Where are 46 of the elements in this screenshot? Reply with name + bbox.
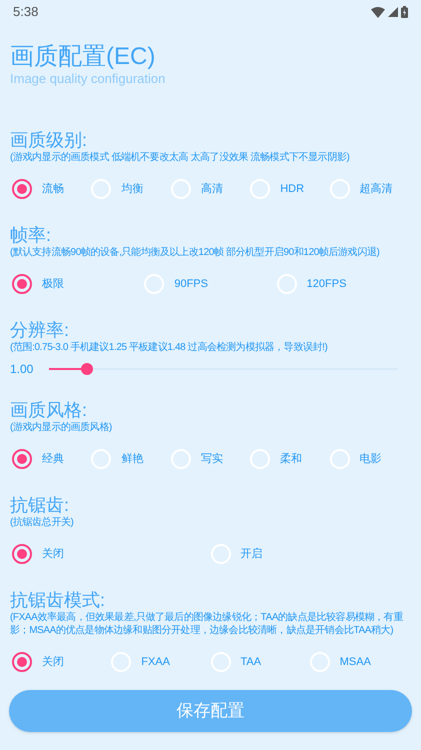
radio-option[interactable]: 经典 — [12, 449, 64, 469]
radio-button[interactable] — [12, 544, 32, 564]
section-title: 抗锯齿模式: — [10, 589, 106, 611]
radio-option[interactable]: 关闭 — [12, 544, 64, 564]
section-title: 画质风格: — [10, 399, 88, 421]
section-title: 分辨率: — [10, 319, 70, 341]
radio-option[interactable]: 写实 — [170, 449, 223, 469]
section-title: 帧率: — [10, 224, 52, 246]
signal-icon — [388, 7, 398, 17]
section-description: (游戏内显示的画质风格) — [10, 421, 113, 434]
section-description: (FXAA效率最高，但效果最差,只做了最后的图像边缘锐化；TAA的缺点是比较容易模糊，有重影；MSAA的优点是物体边缘和贴图分开处理，边缘会比较清晰，缺点是开销会比TAA稍大) — [10, 611, 404, 637]
radio-button[interactable] — [12, 652, 32, 672]
page-title: 画质配置(EC) — [10, 43, 156, 71]
radio-option[interactable]: 开启 — [210, 544, 262, 564]
save-button[interactable]: 保存配置 — [9, 690, 412, 732]
radio-option[interactable]: 柔和 — [250, 449, 302, 469]
wifi-icon — [371, 6, 385, 18]
page-subtitle: Image quality configuration — [10, 71, 166, 87]
radio-button[interactable] — [12, 274, 32, 294]
radio-option[interactable]: 120FPS — [276, 274, 346, 294]
radio-option[interactable]: 流畅 — [12, 179, 64, 199]
radio-option[interactable]: 超高清 — [330, 179, 393, 199]
radio-option[interactable]: FXAA — [111, 652, 170, 672]
radio-option[interactable]: 鲜艳 — [91, 449, 144, 469]
radio-option[interactable]: 极限 — [12, 274, 64, 294]
radio-option[interactable]: 关闭 — [12, 652, 64, 672]
section-title: 抗锯齿: — [10, 494, 70, 516]
section-description: (游戏内显示的画质模式 低端机不要改太高 太高了没效果 流畅模式下不显示阴影) — [10, 151, 350, 164]
radio-option[interactable]: MSAA — [310, 652, 371, 672]
radio-button[interactable] — [12, 179, 32, 199]
section-description: (默认支持流畅90帧的设备,只能均衡及以上改120帧 部分机型开启90和120帧后游戏闪退) — [10, 246, 380, 259]
radio-option[interactable]: HDR — [250, 179, 304, 199]
radio-option[interactable]: 90FPS — [144, 274, 208, 294]
section-description: (抗锯齿总开关) — [10, 516, 74, 529]
battery-icon — [401, 6, 408, 18]
radio-option[interactable]: 电影 — [330, 449, 382, 469]
radio-option[interactable]: 高清 — [170, 179, 223, 199]
section-description: (范围:0.75-3.0 手机建议1.25 平板建议1.48 过高会检测为模拟器，导致误封!) — [10, 341, 328, 354]
slider-track[interactable] — [49, 363, 398, 375]
slider-thumb[interactable] — [81, 363, 94, 375]
radio-option[interactable]: TAA — [210, 652, 262, 672]
radio-option[interactable]: 均衡 — [91, 179, 144, 199]
status-time: 5:38 — [13, 3, 38, 22]
slider-value: 1.00 — [10, 361, 34, 378]
section-title: 画质级别: — [10, 129, 88, 151]
radio-button[interactable] — [12, 449, 32, 469]
